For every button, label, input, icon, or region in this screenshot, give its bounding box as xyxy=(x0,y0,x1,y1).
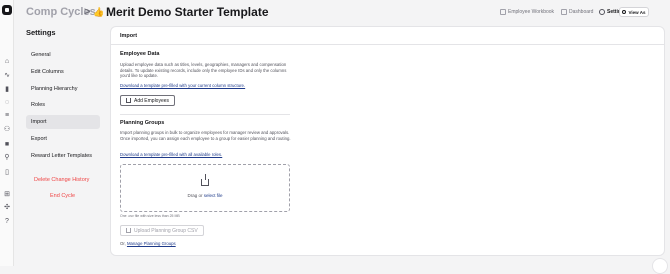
sidebar-item-roles[interactable]: Roles xyxy=(26,98,100,112)
settings-heading: Settings xyxy=(26,28,56,37)
activity-icon[interactable]: ∿ xyxy=(3,72,11,80)
chart-icon[interactable]: ▮ xyxy=(3,86,11,94)
manage-planning-groups-line: Or, Manage Planning Groups xyxy=(120,241,176,246)
users-icon[interactable]: ⚇ xyxy=(3,126,11,134)
chart-bar-icon xyxy=(561,9,567,15)
upload-icon xyxy=(126,228,131,233)
puzzle-icon[interactable]: ✣ xyxy=(3,204,11,212)
import-card: Import Employee Data Upload employee dat… xyxy=(110,26,665,256)
employee-workbook-label: Employee Workbook xyxy=(508,9,555,15)
employee-data-description: Upload employee data such as titles, lev… xyxy=(120,62,287,79)
app-logo[interactable] xyxy=(2,5,12,15)
top-bar: Comp Cycles > 👍 Merit Demo Starter Templ… xyxy=(14,0,670,24)
settings-nav: General Edit Columns Planning Hierarchy … xyxy=(26,48,100,166)
card-header: Import xyxy=(111,27,664,45)
dashboard-link[interactable]: Dashboard xyxy=(561,9,593,15)
database-icon[interactable]: ≡ xyxy=(3,112,11,120)
sidebar-item-export[interactable]: Export xyxy=(26,132,100,146)
user-search-icon[interactable]: ⚲ xyxy=(3,154,11,162)
file-limit-hint: One .csv file with size less than 25 MB xyxy=(120,214,180,218)
end-cycle-button[interactable]: End Cycle xyxy=(50,193,75,199)
planning-groups-template-link[interactable]: Download a template pre-filled with all … xyxy=(120,152,222,157)
section-divider xyxy=(120,114,290,115)
planning-groups-title: Planning Groups xyxy=(120,120,165,126)
drag-text: Drag or xyxy=(187,193,203,198)
sidebar-item-import[interactable]: Import xyxy=(26,115,100,130)
sidebar-item-reward-letter-templates[interactable]: Reward Letter Templates xyxy=(26,149,100,163)
help-icon[interactable]: ? xyxy=(3,218,11,226)
sidebar-item-edit-columns[interactable]: Edit Columns xyxy=(26,65,100,79)
employee-data-title: Employee Data xyxy=(120,51,160,57)
page-title: Merit Demo Starter Template xyxy=(106,5,269,19)
home-icon[interactable]: ⌂ xyxy=(3,58,11,66)
employee-template-link[interactable]: Download a template pre-filled with your… xyxy=(120,83,245,88)
lightbulb-icon[interactable]: ◌ xyxy=(3,99,11,107)
sidebar-item-planning-hierarchy[interactable]: Planning Hierarchy xyxy=(26,82,100,96)
gear-icon xyxy=(599,9,605,15)
select-file-link[interactable]: select file xyxy=(204,193,223,198)
breadcrumb-separator: > xyxy=(84,6,91,18)
eye-icon xyxy=(622,10,627,14)
help-chat-button[interactable] xyxy=(652,258,668,274)
upload-icon xyxy=(126,98,131,103)
upload-icon xyxy=(201,174,209,186)
manage-planning-groups-link[interactable]: Manage Planning Groups xyxy=(127,241,176,246)
upload-planning-group-button[interactable]: Upload Planning Group CSV xyxy=(120,225,204,236)
grid-icon[interactable]: ■ xyxy=(3,141,11,149)
upload-planning-group-label: Upload Planning Group CSV xyxy=(134,227,198,234)
view-as-button[interactable]: View As xyxy=(619,7,649,17)
file-icon[interactable]: ▯ xyxy=(3,169,11,177)
employee-workbook-link[interactable]: Employee Workbook xyxy=(500,9,554,15)
section-title: Import xyxy=(120,33,138,39)
add-employees-label: Add Employees xyxy=(134,97,170,104)
drop-zone-text: Drag or select file xyxy=(121,193,289,198)
delete-change-history-button[interactable]: Delete Change History xyxy=(34,177,89,183)
planning-groups-description: Import planning groups in bulk to organi… xyxy=(120,130,291,141)
grid-small-icon[interactable]: ⊞ xyxy=(3,191,11,199)
or-text: Or, xyxy=(120,241,126,246)
table-icon xyxy=(500,9,506,15)
add-employees-button[interactable]: Add Employees xyxy=(120,95,176,106)
view-as-label: View As xyxy=(628,9,646,15)
file-drop-zone[interactable]: Drag or select file xyxy=(120,164,290,212)
dashboard-label: Dashboard xyxy=(569,9,594,15)
sidebar-item-general[interactable]: General xyxy=(26,48,100,62)
thumbs-up-icon: 👍 xyxy=(93,7,105,17)
app-rail: ⌂ ∿ ▮ ◌ ≡ ⚇ ■ ⚲ ▯ ⊞ ✣ ? xyxy=(0,0,14,266)
